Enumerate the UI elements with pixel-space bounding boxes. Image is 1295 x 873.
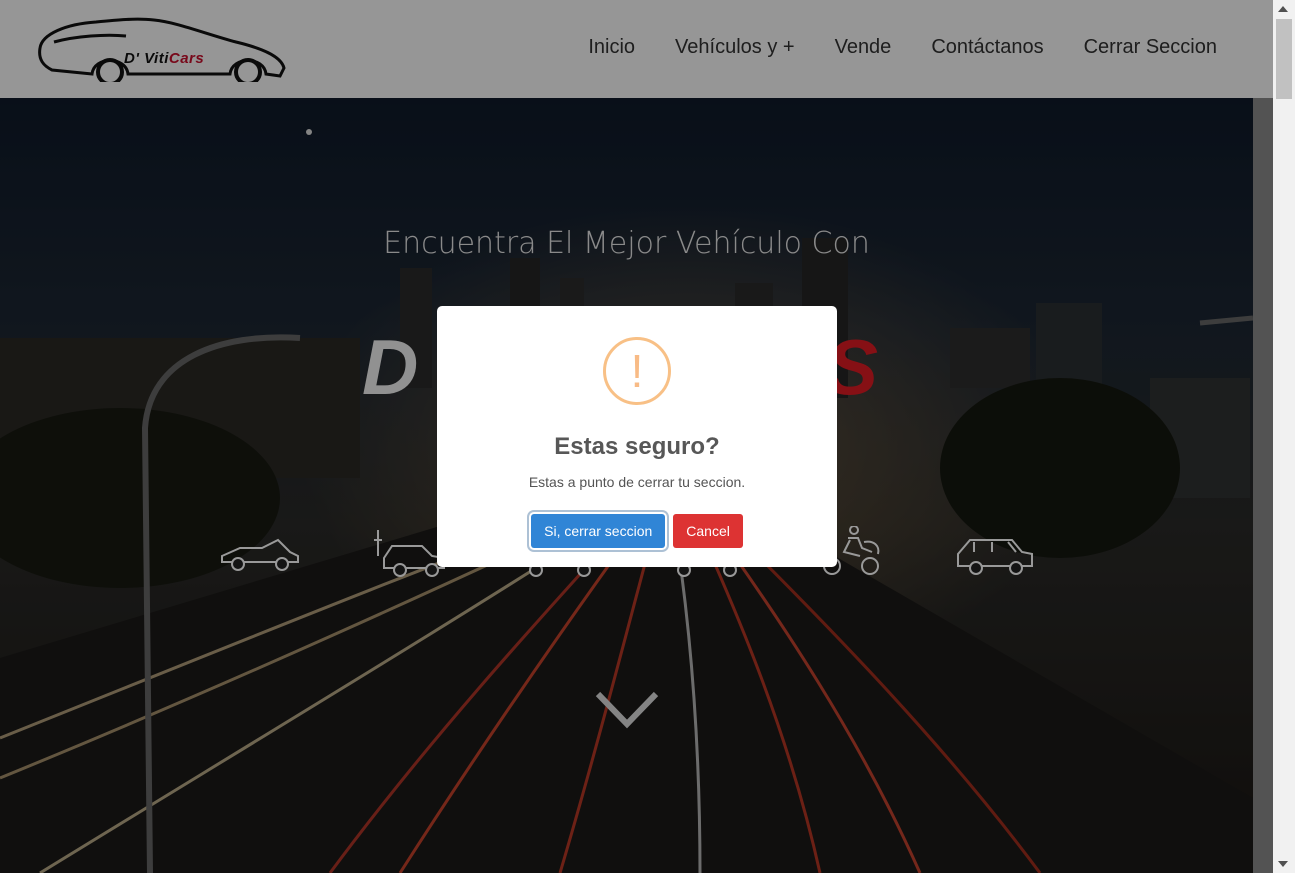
cancel-button[interactable]: Cancel bbox=[673, 514, 743, 548]
scroll-up-icon[interactable] bbox=[1278, 6, 1288, 12]
scrollbar-thumb[interactable] bbox=[1276, 19, 1292, 99]
warning-icon: ! bbox=[603, 337, 671, 405]
page-scrollbar[interactable] bbox=[1273, 0, 1295, 873]
confirm-logout-button[interactable]: Si, cerrar seccion bbox=[531, 514, 666, 548]
dialog-actions: Si, cerrar seccion Cancel bbox=[437, 514, 837, 548]
confirm-dialog: ! Estas seguro? Estas a punto de cerrar … bbox=[437, 306, 837, 567]
dialog-message: Estas a punto de cerrar tu seccion. bbox=[528, 474, 746, 490]
dialog-title: Estas seguro? bbox=[554, 433, 720, 460]
scroll-down-icon[interactable] bbox=[1278, 861, 1288, 867]
